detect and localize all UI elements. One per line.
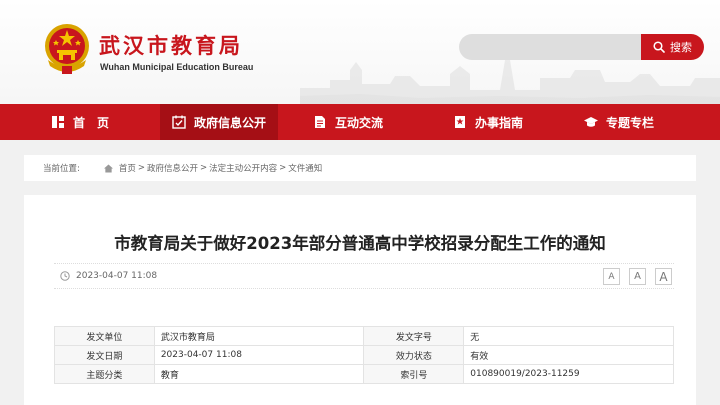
search-button-label: 搜索 — [670, 39, 692, 55]
font-size-small-button[interactable]: A — [603, 268, 620, 285]
info-key: 发文字号 — [364, 327, 464, 346]
breadcrumb-link-notices[interactable]: 文件通知 — [288, 162, 322, 174]
site-subtitle: Wuhan Municipal Education Bureau — [100, 62, 253, 72]
article-panel: 市教育局关于做好2023年部分普通高中学校招录分配生工作的通知 2023-04-… — [24, 195, 696, 405]
calendar-check-icon — [172, 115, 186, 129]
article-meta: 2023-04-07 11:08 A A A — [54, 263, 674, 289]
document-icon — [313, 115, 327, 129]
info-key: 主题分类 — [55, 365, 155, 384]
font-size-medium-button[interactable]: A — [629, 268, 646, 285]
document-info-table: 发文单位 武汉市教育局 发文字号 无 发文日期 2023-04-07 11:08… — [54, 326, 674, 384]
info-value: 无 — [464, 327, 674, 346]
font-size-controls: A A A — [603, 268, 672, 285]
nav-item-label: 互动交流 — [335, 114, 383, 131]
breadcrumb-label: 当前位置: — [43, 162, 80, 174]
search-input[interactable] — [459, 34, 641, 60]
breadcrumb-separator: > — [279, 163, 286, 173]
search-button[interactable]: 搜索 — [641, 34, 704, 60]
nav-item-gov-info[interactable]: 政府信息公开 — [160, 104, 278, 140]
breadcrumb: 当前位置: 首页 > 政府信息公开 > 法定主动公开内容 > 文件通知 — [24, 155, 696, 181]
info-key: 索引号 — [364, 365, 464, 384]
search-bar: 搜索 — [459, 34, 704, 60]
nav-item-guide[interactable]: 办事指南 — [418, 104, 558, 140]
main-nav: 首 页 政府信息公开 互动交流 办事指南 专题专栏 — [0, 104, 720, 140]
font-size-large-button[interactable]: A — [655, 268, 672, 285]
table-row: 主题分类 教育 索引号 010890019/2023-11259 — [55, 365, 674, 384]
info-key: 发文日期 — [55, 346, 155, 365]
nav-item-label: 首 页 — [73, 114, 109, 131]
breadcrumb-separator: > — [138, 163, 145, 173]
info-value: 010890019/2023-11259 — [464, 365, 674, 384]
info-value: 2023-04-07 11:08 — [154, 346, 364, 365]
info-key: 发文单位 — [55, 327, 155, 346]
bookmark-icon — [453, 115, 467, 129]
info-value: 教育 — [154, 365, 364, 384]
info-key: 效力状态 — [364, 346, 464, 365]
clock-icon — [60, 271, 70, 281]
home-icon — [104, 164, 113, 173]
nav-item-label: 专题专栏 — [606, 114, 654, 131]
graduation-cap-icon — [584, 115, 598, 129]
table-row: 发文日期 2023-04-07 11:08 效力状态 有效 — [55, 346, 674, 365]
breadcrumb-link-statutory[interactable]: 法定主动公开内容 — [209, 162, 277, 174]
nav-item-label: 办事指南 — [475, 114, 523, 131]
info-value: 武汉市教育局 — [154, 327, 364, 346]
article-title: 市教育局关于做好2023年部分普通高中学校招录分配生工作的通知 — [24, 230, 696, 254]
search-icon — [653, 41, 665, 53]
info-value: 有效 — [464, 346, 674, 365]
nav-item-home[interactable]: 首 页 — [0, 104, 160, 140]
breadcrumb-link-gov-info[interactable]: 政府信息公开 — [147, 162, 198, 174]
nav-item-label: 政府信息公开 — [194, 114, 266, 131]
breadcrumb-separator: > — [200, 163, 207, 173]
site-header: 武汉市教育局 Wuhan Municipal Education Bureau … — [0, 0, 720, 104]
grid-icon — [51, 115, 65, 129]
breadcrumb-link-home[interactable]: 首页 — [119, 162, 136, 174]
site-title: 武汉市教育局 — [99, 30, 243, 60]
nav-item-interaction[interactable]: 互动交流 — [278, 104, 418, 140]
article-date: 2023-04-07 11:08 — [76, 271, 157, 281]
nav-item-topics[interactable]: 专题专栏 — [558, 104, 680, 140]
table-row: 发文单位 武汉市教育局 发文字号 无 — [55, 327, 674, 346]
national-emblem-icon — [42, 22, 92, 76]
